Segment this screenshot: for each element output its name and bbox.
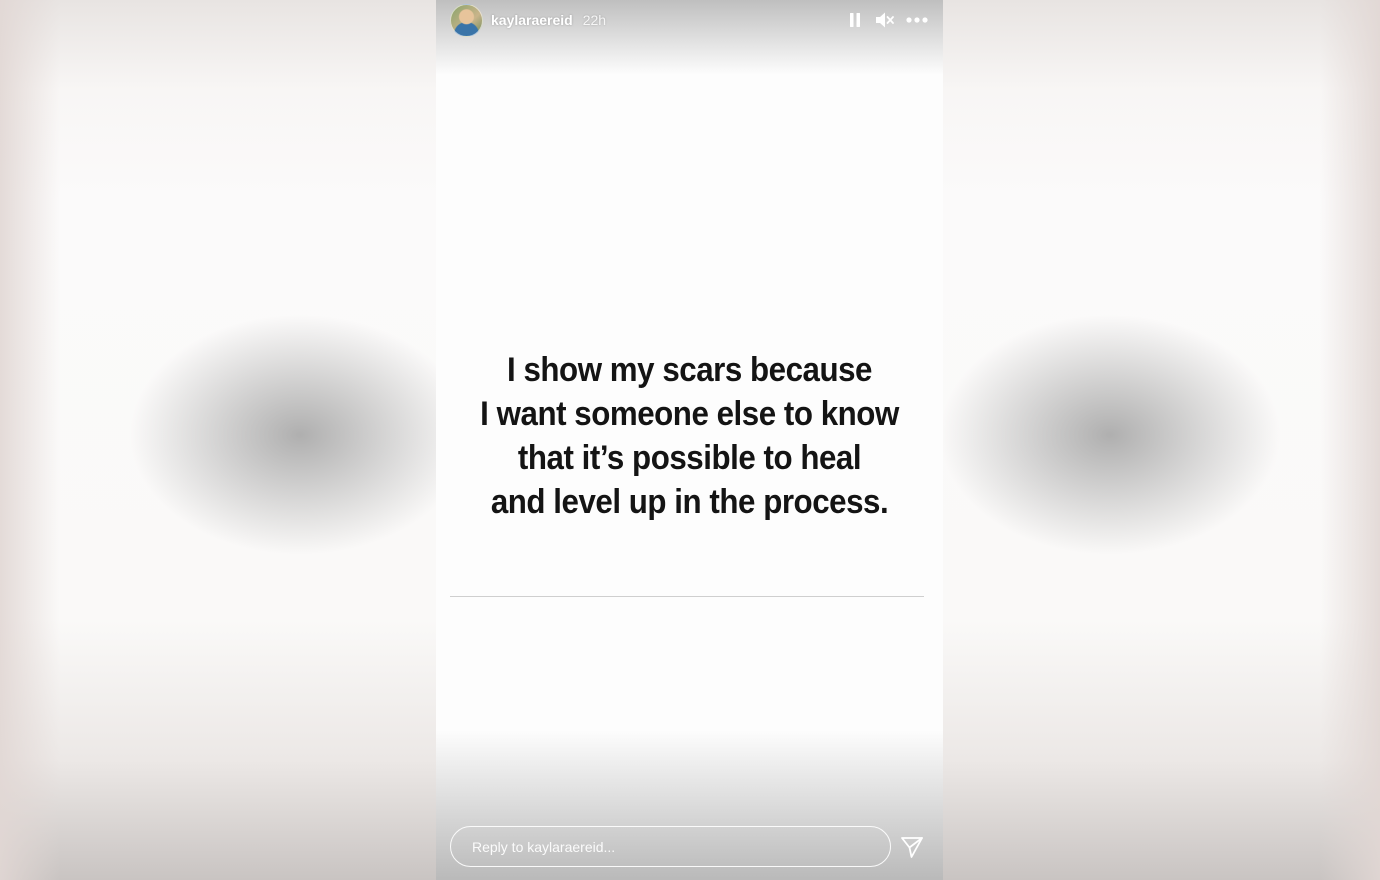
muted-speaker-icon[interactable] xyxy=(875,10,895,30)
story-viewer[interactable]: kaylaraereid 22h I show my scars because… xyxy=(436,0,943,880)
story-timestamp: 22h xyxy=(582,12,607,28)
send-icon[interactable] xyxy=(899,834,925,860)
quote-line: that it’s possible to heal xyxy=(517,439,862,477)
avatar[interactable] xyxy=(450,3,483,37)
pause-icon[interactable] xyxy=(845,10,865,30)
story-header: kaylaraereid 22h xyxy=(450,3,929,37)
quote-line: I show my scars because xyxy=(507,351,872,389)
story-quote-text: I show my scars because I want someone e… xyxy=(456,348,922,524)
quote-line: and level up in the process. xyxy=(490,483,889,521)
reply-input[interactable] xyxy=(470,837,890,856)
divider-line xyxy=(450,596,924,597)
story-controls xyxy=(845,10,929,30)
username[interactable]: kaylaraereid xyxy=(491,12,573,28)
reply-field[interactable] xyxy=(450,826,891,867)
more-options-icon[interactable] xyxy=(905,10,929,30)
quote-line: I want someone else to know xyxy=(480,395,899,433)
